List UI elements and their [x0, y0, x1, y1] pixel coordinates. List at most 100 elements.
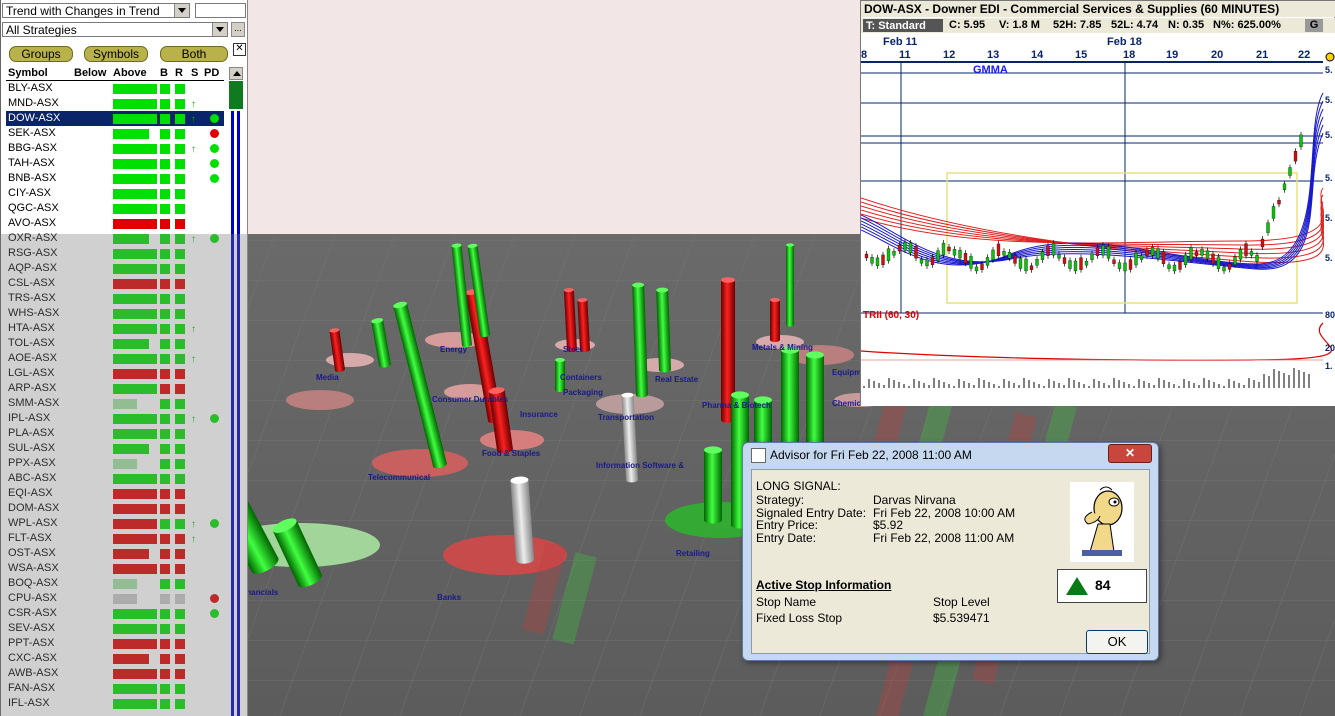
more-options-button[interactable]: ... [231, 22, 245, 37]
table-row[interactable]: AWB-ASX [6, 666, 224, 681]
table-row[interactable]: BLY-ASX [6, 81, 224, 96]
sector-label[interactable]: Transportation [598, 413, 654, 422]
r-cell [175, 204, 185, 214]
table-row[interactable]: SEK-ASX [6, 126, 224, 141]
g-button[interactable]: G [1305, 19, 1323, 32]
axis-label: 80 [1325, 310, 1335, 320]
scroll-thumb[interactable] [229, 81, 243, 109]
table-row[interactable]: IPL-ASX ↑ [6, 411, 224, 426]
sector-platform[interactable] [286, 390, 354, 410]
table-row[interactable]: ABC-ASX [6, 471, 224, 486]
table-row[interactable]: CIY-ASX [6, 186, 224, 201]
table-row[interactable]: CXC-ASX [6, 651, 224, 666]
table-row[interactable]: PPT-ASX [6, 636, 224, 651]
sector-label[interactable]: Energy [440, 345, 468, 354]
table-row[interactable]: BBG-ASX ↑ [6, 141, 224, 156]
sector-label[interactable]: Metals & Mining [752, 343, 813, 352]
sector-label[interactable]: Food & Staples [482, 449, 541, 458]
candle [1244, 243, 1248, 256]
both-button[interactable]: Both [160, 46, 228, 62]
strategy-select[interactable]: All Strategies [2, 22, 228, 37]
table-row[interactable]: CSL-ASX [6, 276, 224, 291]
table-row[interactable]: MND-ASX ↑ [6, 96, 224, 111]
table-row[interactable]: IFL-ASX [6, 696, 224, 711]
col-above[interactable]: Above [113, 67, 147, 79]
b-cell [160, 504, 170, 514]
table-row[interactable]: TOL-ASX [6, 336, 224, 351]
table-row[interactable]: SMM-ASX [6, 396, 224, 411]
sector-label[interactable]: Real Estate [655, 375, 699, 384]
candle [1249, 251, 1254, 256]
trend-bar [113, 174, 157, 184]
table-row[interactable]: AVO-ASX [6, 216, 224, 231]
table-row[interactable]: HTA-ASX ↑ [6, 321, 224, 336]
sector-label[interactable]: Pharma & Biotech [702, 401, 771, 410]
candle [985, 257, 990, 266]
table-row[interactable]: ARP-ASX [6, 381, 224, 396]
table-row[interactable]: OST-ASX [6, 546, 224, 561]
sector-label[interactable]: Media [316, 373, 339, 382]
chevron-down-icon[interactable] [174, 4, 189, 17]
table-row[interactable]: EQI-ASX [6, 486, 224, 501]
table-row[interactable]: BNB-ASX [6, 171, 224, 186]
scan-filter-select[interactable]: Trend with Changes in Trend [2, 3, 190, 18]
close-icon[interactable]: ✕ [233, 43, 246, 56]
sector-label[interactable]: Steel [563, 345, 582, 354]
col-below[interactable]: Below [74, 67, 106, 79]
table-row[interactable]: WSA-ASX [6, 561, 224, 576]
col-r[interactable]: R [175, 67, 183, 79]
sector-label[interactable]: Banks [437, 593, 462, 602]
table-row[interactable]: AOE-ASX ↑ [6, 351, 224, 366]
vertical-scrollbar[interactable] [229, 67, 243, 716]
table-row[interactable]: WHS-ASX [6, 306, 224, 321]
sector-label[interactable]: Packaging [563, 388, 603, 397]
table-row[interactable]: FLT-ASX ↑ [6, 531, 224, 546]
template-select[interactable]: T: Standard [863, 19, 943, 32]
chevron-down-icon[interactable] [212, 23, 227, 36]
sector-cylinder[interactable] [704, 446, 722, 524]
table-row[interactable]: DOM-ASX [6, 501, 224, 516]
b-cell [160, 399, 170, 409]
table-row[interactable]: TRS-ASX [6, 291, 224, 306]
sector-label[interactable]: Insurance [520, 410, 558, 419]
col-pd[interactable]: PD [204, 67, 219, 79]
sector-cylinder[interactable] [786, 243, 794, 327]
groups-button[interactable]: Groups [9, 46, 73, 62]
candle [875, 257, 880, 267]
col-symbol[interactable]: Symbol [8, 67, 48, 79]
table-row[interactable]: LGL-ASX [6, 366, 224, 381]
sector-label[interactable]: Retailing [676, 549, 710, 558]
price-chart-canvas[interactable]: Feb 11 Feb 18 8 11 12 13 14 15 18 19 20 21 22 GMMA TRI… [861, 33, 1335, 406]
table-row[interactable]: FAN-ASX [6, 681, 224, 696]
table-row[interactable]: RSG-ASX [6, 246, 224, 261]
sector-label[interactable]: Consumer Durables [432, 395, 509, 404]
table-row[interactable]: PPX-ASX [6, 456, 224, 471]
table-row[interactable]: OXR-ASX ↑ [6, 231, 224, 246]
table-row[interactable]: AQP-ASX [6, 261, 224, 276]
col-b[interactable]: B [160, 67, 168, 79]
scroll-up-button[interactable] [229, 67, 243, 80]
table-row[interactable]: QGC-ASX [6, 201, 224, 216]
table-row[interactable]: PLA-ASX [6, 426, 224, 441]
table-row[interactable]: CPU-ASX [6, 591, 224, 606]
price-chart-window[interactable]: DOW-ASX - Downer EDI - Commercial Servic… [860, 0, 1335, 406]
scan-parameter-input[interactable] [195, 3, 246, 18]
sector-cylinder[interactable] [770, 298, 780, 342]
table-row[interactable]: SUL-ASX [6, 441, 224, 456]
b-cell [160, 159, 170, 169]
col-s[interactable]: S [191, 67, 198, 79]
table-row[interactable]: DOW-ASX ↑ [6, 111, 224, 126]
sector-label[interactable]: Information Software & [596, 461, 684, 470]
ok-button[interactable]: OK [1086, 630, 1148, 654]
table-row[interactable]: CSR-ASX [6, 606, 224, 621]
table-row[interactable]: TAH-ASX [6, 156, 224, 171]
table-row[interactable]: WPL-ASX ↑ [6, 516, 224, 531]
b-cell [160, 609, 170, 619]
table-row[interactable]: SEV-ASX [6, 621, 224, 636]
trend-bar [113, 144, 157, 154]
sector-label[interactable]: Containers [560, 373, 602, 382]
close-button[interactable]: ✕ [1108, 444, 1152, 463]
symbols-button[interactable]: Symbols [84, 46, 148, 62]
sector-label[interactable]: Telecommunical [368, 473, 430, 482]
table-row[interactable]: BOQ-ASX [6, 576, 224, 591]
